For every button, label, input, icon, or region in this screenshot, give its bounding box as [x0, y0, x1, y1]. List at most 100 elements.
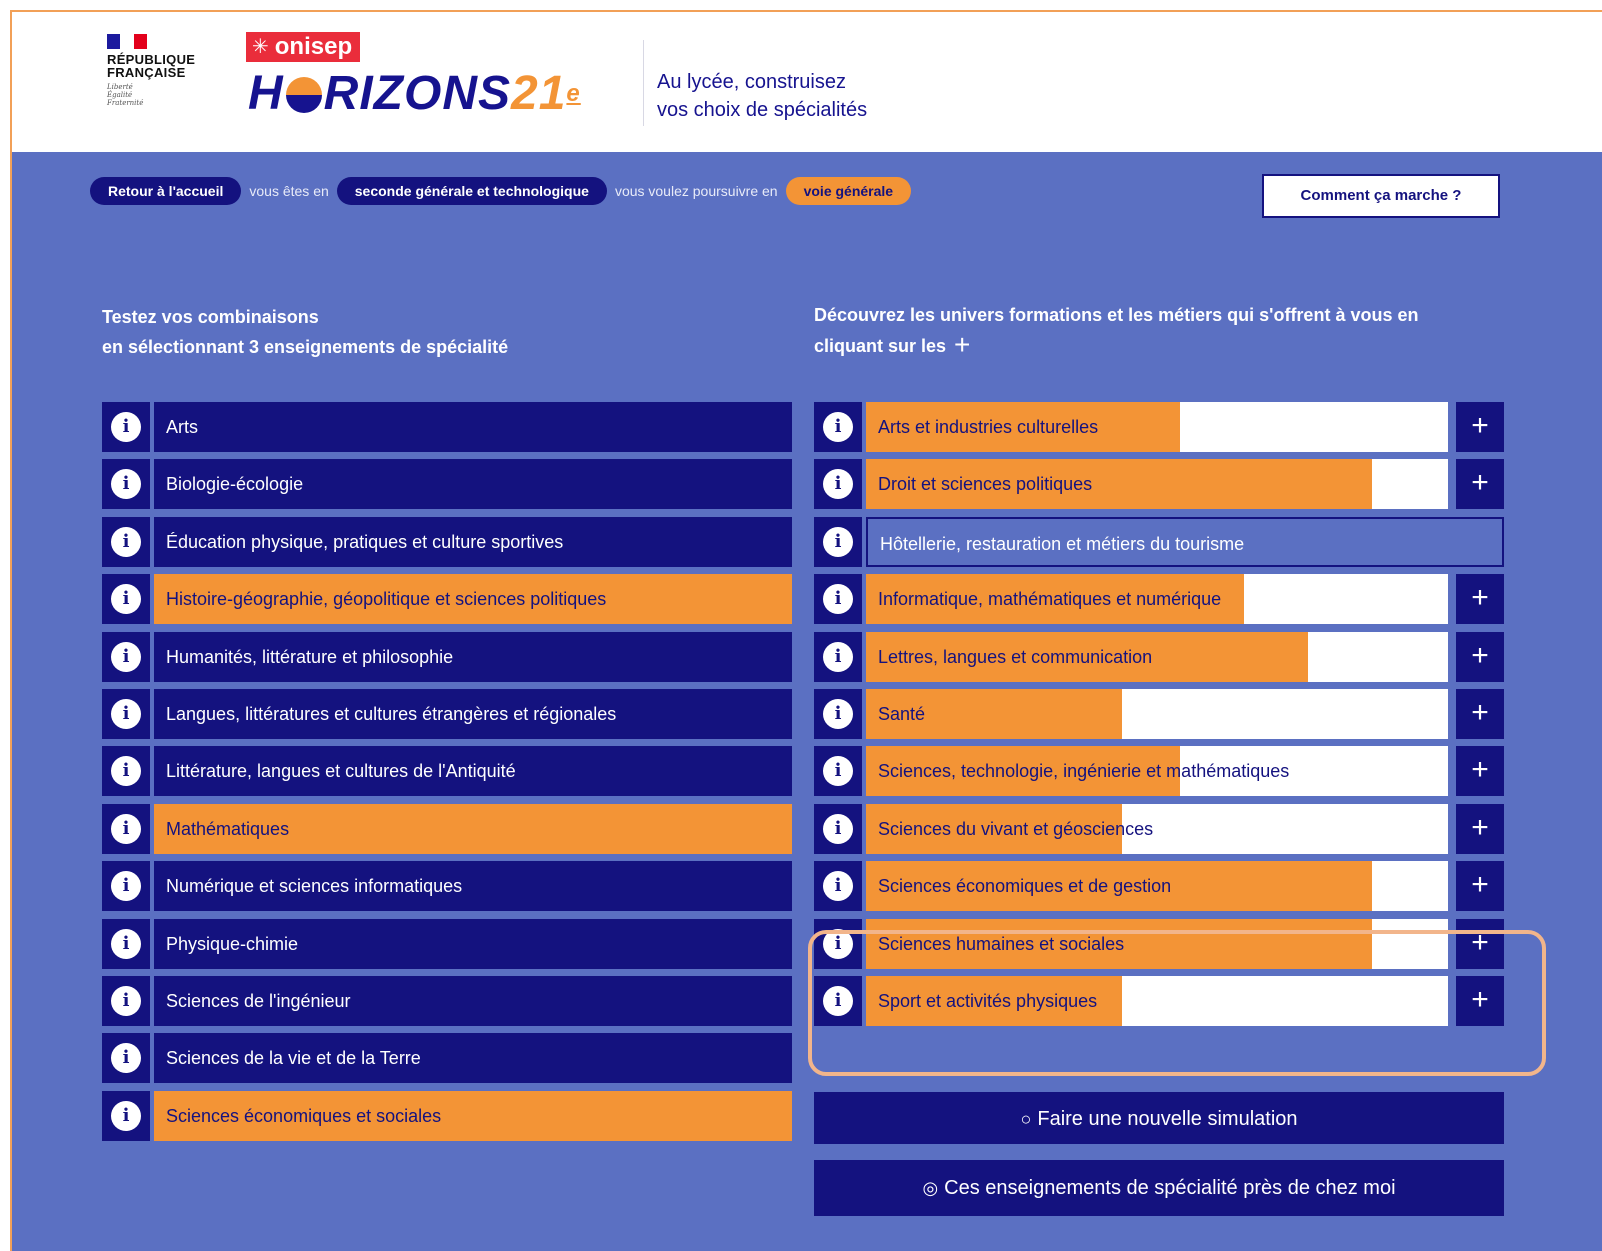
universe-match-bar[interactable]: Sciences du vivant et géosciences: [866, 804, 1448, 854]
specialty-row[interactable]: i Éducation physique, pratiques et cultur…: [102, 517, 792, 567]
info-button[interactable]: i: [814, 919, 862, 969]
specialty-row[interactable]: i Physique-chimie: [102, 919, 792, 969]
info-button[interactable]: i: [814, 574, 862, 624]
info-button[interactable]: i: [102, 459, 150, 509]
specialty-row[interactable]: i Numérique et sciences informatiques: [102, 861, 792, 911]
level-pill[interactable]: seconde générale et technologique: [336, 177, 607, 205]
horizons21-logo[interactable]: H RIZONS21e: [248, 62, 581, 126]
info-button[interactable]: i: [102, 574, 150, 624]
expand-plus-button[interactable]: +: [1456, 689, 1504, 739]
universe-row[interactable]: i Sciences humaines et sociales +: [814, 919, 1504, 969]
info-button[interactable]: i: [102, 976, 150, 1026]
specialty-label[interactable]: Littérature, langues et cultures de l'An…: [154, 746, 792, 796]
specialty-label[interactable]: Humanités, littérature et philosophie: [154, 632, 792, 682]
info-button[interactable]: i: [102, 402, 150, 452]
universe-row[interactable]: i Sciences du vivant et géosciences +: [814, 804, 1504, 854]
specialty-row[interactable]: i Humanités, littérature et philosophie: [102, 632, 792, 682]
info-button[interactable]: i: [814, 402, 862, 452]
universe-match-bar[interactable]: Sciences humaines et sociales: [866, 919, 1448, 969]
path-pill[interactable]: voie générale: [785, 177, 912, 205]
specialty-label[interactable]: Numérique et sciences informatiques: [154, 861, 792, 911]
specialty-label[interactable]: Éducation physique, pratiques et culture…: [154, 517, 792, 567]
info-button[interactable]: i: [814, 861, 862, 911]
expand-plus-button[interactable]: +: [1456, 976, 1504, 1026]
refresh-icon: ○: [1020, 1109, 1032, 1129]
universe-match-bar[interactable]: Sciences économiques et de gestion: [866, 861, 1448, 911]
specialty-row[interactable]: i Histoire-géographie, géopolitique et sc…: [102, 574, 792, 624]
expand-plus-button[interactable]: +: [1456, 574, 1504, 624]
universe-row[interactable]: i Sciences économiques et de gestion +: [814, 861, 1504, 911]
universe-match-bar[interactable]: Sciences, technologie, ingénierie et mat…: [866, 746, 1448, 796]
universe-match-bar[interactable]: Lettres, langues et communication: [866, 632, 1448, 682]
info-icon: i: [111, 469, 141, 499]
specialty-label[interactable]: Arts: [154, 402, 792, 452]
expand-plus-button[interactable]: +: [1456, 919, 1504, 969]
specialty-label[interactable]: Sciences de la vie et de la Terre: [154, 1033, 792, 1083]
universe-row[interactable]: i Lettres, langues et communication +: [814, 632, 1504, 682]
expand-plus-button[interactable]: +: [1456, 632, 1504, 682]
universe-match-bar[interactable]: Arts et industries culturelles: [866, 402, 1448, 452]
info-icon: i: [823, 699, 853, 729]
info-button[interactable]: i: [814, 804, 862, 854]
specialty-label[interactable]: Biologie-écologie: [154, 459, 792, 509]
expand-plus-button[interactable]: +: [1456, 402, 1504, 452]
info-icon: i: [823, 929, 853, 959]
universe-match-bar[interactable]: Informatique, mathématiques et numérique: [866, 574, 1448, 624]
info-button[interactable]: i: [102, 804, 150, 854]
specialty-label[interactable]: Sciences de l'ingénieur: [154, 976, 792, 1026]
universe-label: Santé: [878, 704, 926, 724]
expand-plus-button[interactable]: +: [1456, 746, 1504, 796]
specialty-row[interactable]: i Sciences de la vie et de la Terre: [102, 1033, 792, 1083]
info-button[interactable]: i: [814, 976, 862, 1026]
info-button[interactable]: i: [814, 517, 862, 567]
universe-match-bar[interactable]: Santé: [866, 689, 1448, 739]
info-button[interactable]: i: [814, 632, 862, 682]
universe-row[interactable]: i Sport et activités physiques +: [814, 976, 1504, 1026]
universe-match-bar[interactable]: Droit et sciences politiques: [866, 459, 1448, 509]
onisep-logo[interactable]: ✳ onisep: [246, 32, 361, 62]
specialty-row[interactable]: i Arts: [102, 402, 792, 452]
specialty-label[interactable]: Langues, littératures et cultures étrang…: [154, 689, 792, 739]
universe-row[interactable]: i Arts et industries culturelles +: [814, 402, 1504, 452]
info-button[interactable]: i: [814, 459, 862, 509]
info-button[interactable]: i: [102, 1091, 150, 1141]
specialty-row[interactable]: i Mathématiques: [102, 804, 792, 854]
specialty-row[interactable]: i Sciences économiques et sociales: [102, 1091, 792, 1141]
universe-row[interactable]: i Droit et sciences politiques +: [814, 459, 1504, 509]
specialty-label[interactable]: Physique-chimie: [154, 919, 792, 969]
specialty-label[interactable]: Mathématiques: [154, 804, 792, 854]
info-button[interactable]: i: [102, 1033, 150, 1083]
universe-match-bar[interactable]: Sport et activités physiques: [866, 976, 1448, 1026]
universe-match-bar[interactable]: Hôtellerie, restauration et métiers du t…: [866, 517, 1504, 567]
republique-francaise-logo[interactable]: RÉPUBLIQUE FRANÇAISE Liberté Égalité Fra…: [107, 34, 195, 107]
specialty-row[interactable]: i Littérature, langues et cultures de l'A…: [102, 746, 792, 796]
info-button[interactable]: i: [102, 861, 150, 911]
info-button[interactable]: i: [102, 632, 150, 682]
specialty-row[interactable]: i Biologie-écologie: [102, 459, 792, 509]
info-button[interactable]: i: [814, 689, 862, 739]
universe-row[interactable]: i Informatique, mathématiques et numériqu…: [814, 574, 1504, 624]
specialty-label[interactable]: Histoire-géographie, géopolitique et sci…: [154, 574, 792, 624]
near-me-button[interactable]: ◎ Ces enseignements de spécialité près de…: [814, 1160, 1504, 1216]
info-button[interactable]: i: [102, 746, 150, 796]
universe-label: Sciences, technologie, ingénierie et mat…: [878, 761, 1290, 781]
info-button[interactable]: i: [102, 689, 150, 739]
expand-plus-button[interactable]: +: [1456, 459, 1504, 509]
expand-plus-button[interactable]: +: [1456, 861, 1504, 911]
universe-row[interactable]: i Sciences, technologie, ingénierie et ma…: [814, 746, 1504, 796]
info-button[interactable]: i: [102, 919, 150, 969]
info-button[interactable]: i: [814, 746, 862, 796]
info-button[interactable]: i: [102, 517, 150, 567]
info-icon: i: [823, 469, 853, 499]
specialty-row[interactable]: i Langues, littératures et cultures étran…: [102, 689, 792, 739]
how-it-works-button[interactable]: Comment ça marche ?: [1262, 174, 1500, 218]
simulator-area: Retour à l'accueil vous êtes en seconde …: [12, 152, 1602, 1251]
home-button[interactable]: Retour à l'accueil: [90, 177, 242, 205]
universe-row[interactable]: i Santé +: [814, 689, 1504, 739]
expand-plus-button[interactable]: +: [1456, 804, 1504, 854]
new-simulation-button[interactable]: ○ Faire une nouvelle simulation: [814, 1092, 1504, 1144]
site-header: RÉPUBLIQUE FRANÇAISE Liberté Égalité Fra…: [12, 12, 1602, 152]
specialty-label[interactable]: Sciences économiques et sociales: [154, 1091, 792, 1141]
specialty-row[interactable]: i Sciences de l'ingénieur: [102, 976, 792, 1026]
universe-row[interactable]: i Hôtellerie, restauration et métiers du …: [814, 517, 1504, 567]
